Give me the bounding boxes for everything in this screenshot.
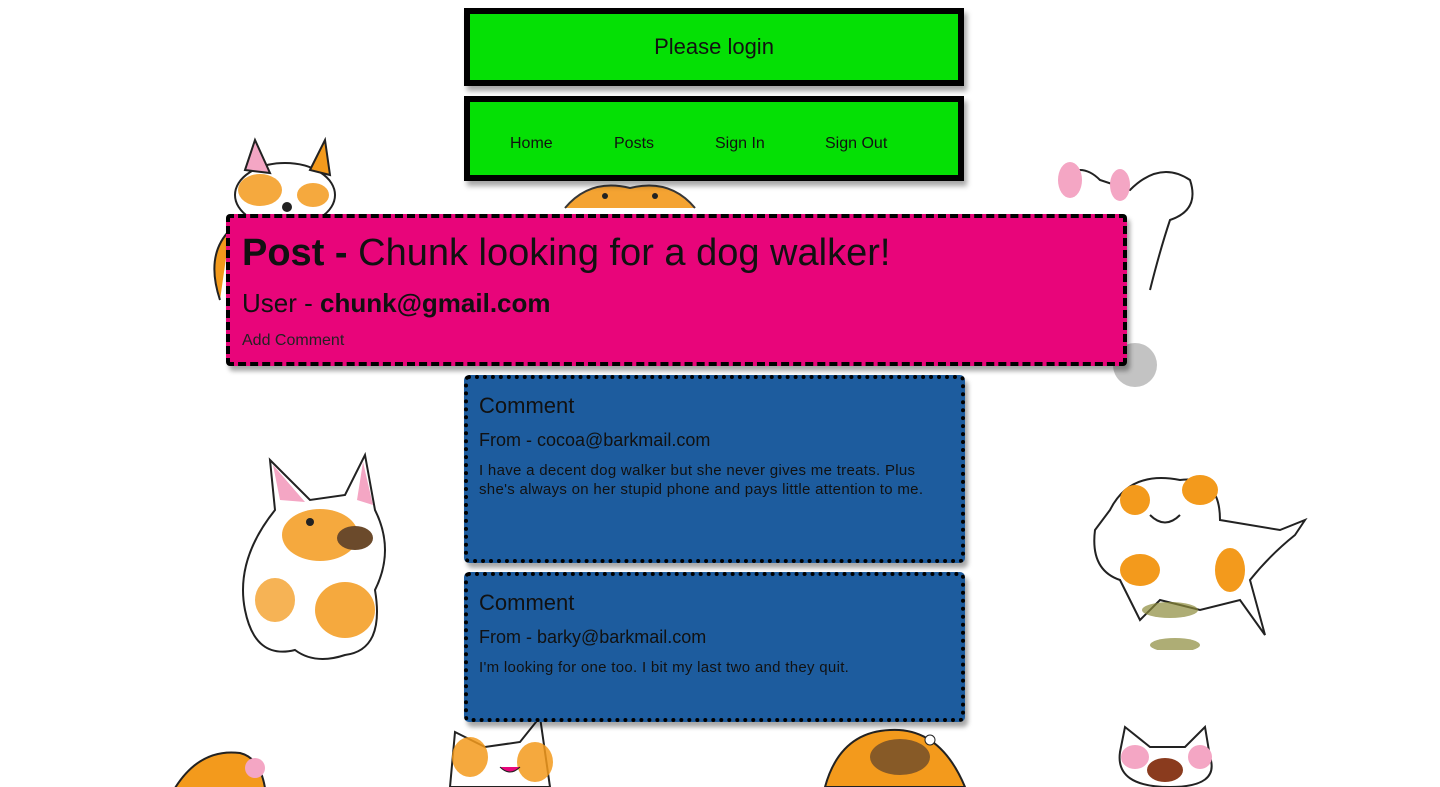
post-title-prefix: Post -: [242, 232, 359, 274]
comment-body: I'm looking for one too. I bit my last t…: [479, 659, 850, 676]
comment-heading: Comment: [479, 590, 575, 615]
post-card: Post - Chunk looking for a dog walker! U…: [226, 214, 1127, 366]
login-message: Please login: [654, 34, 774, 59]
nav-home-link[interactable]: Home: [510, 135, 553, 153]
post-author-prefix: User -: [242, 288, 320, 318]
login-banner: Please login: [464, 8, 964, 86]
post-title: Post - Chunk looking for a dog walker!: [242, 232, 890, 275]
comment-card: Comment From - cocoa@barkmail.com I have…: [464, 375, 965, 563]
nav-sign-in-link[interactable]: Sign In: [715, 135, 765, 153]
post-author: User - chunk@gmail.com: [242, 288, 551, 319]
dog-illustration: [1110, 722, 1220, 787]
dog-illustration: [440, 712, 570, 787]
dog-illustration: [560, 178, 700, 214]
dog-illustration: [820, 722, 970, 787]
comment-author: From - cocoa@barkmail.com: [479, 430, 711, 450]
comment-heading: Comment: [479, 393, 575, 418]
main-nav: Home Posts Sign In Sign Out: [464, 96, 964, 181]
nav-posts-link[interactable]: Posts: [614, 135, 654, 153]
dog-illustration: [235, 450, 405, 665]
page: Please login Home Posts Sign In Sign Out…: [0, 0, 1440, 787]
comment-card: Comment From - barky@barkmail.com I'm lo…: [464, 572, 965, 722]
add-comment-link[interactable]: Add Comment: [242, 332, 344, 350]
dog-illustration: [1080, 460, 1310, 650]
dog-illustration: [170, 748, 270, 787]
comment-author: From - barky@barkmail.com: [479, 627, 707, 647]
nav-sign-out-link[interactable]: Sign Out: [825, 135, 887, 153]
post-title-text: Chunk looking for a dog walker!: [358, 232, 891, 274]
post-author-email: chunk@gmail.com: [320, 288, 551, 318]
comment-body: I have a decent dog walker but she never…: [479, 462, 924, 498]
